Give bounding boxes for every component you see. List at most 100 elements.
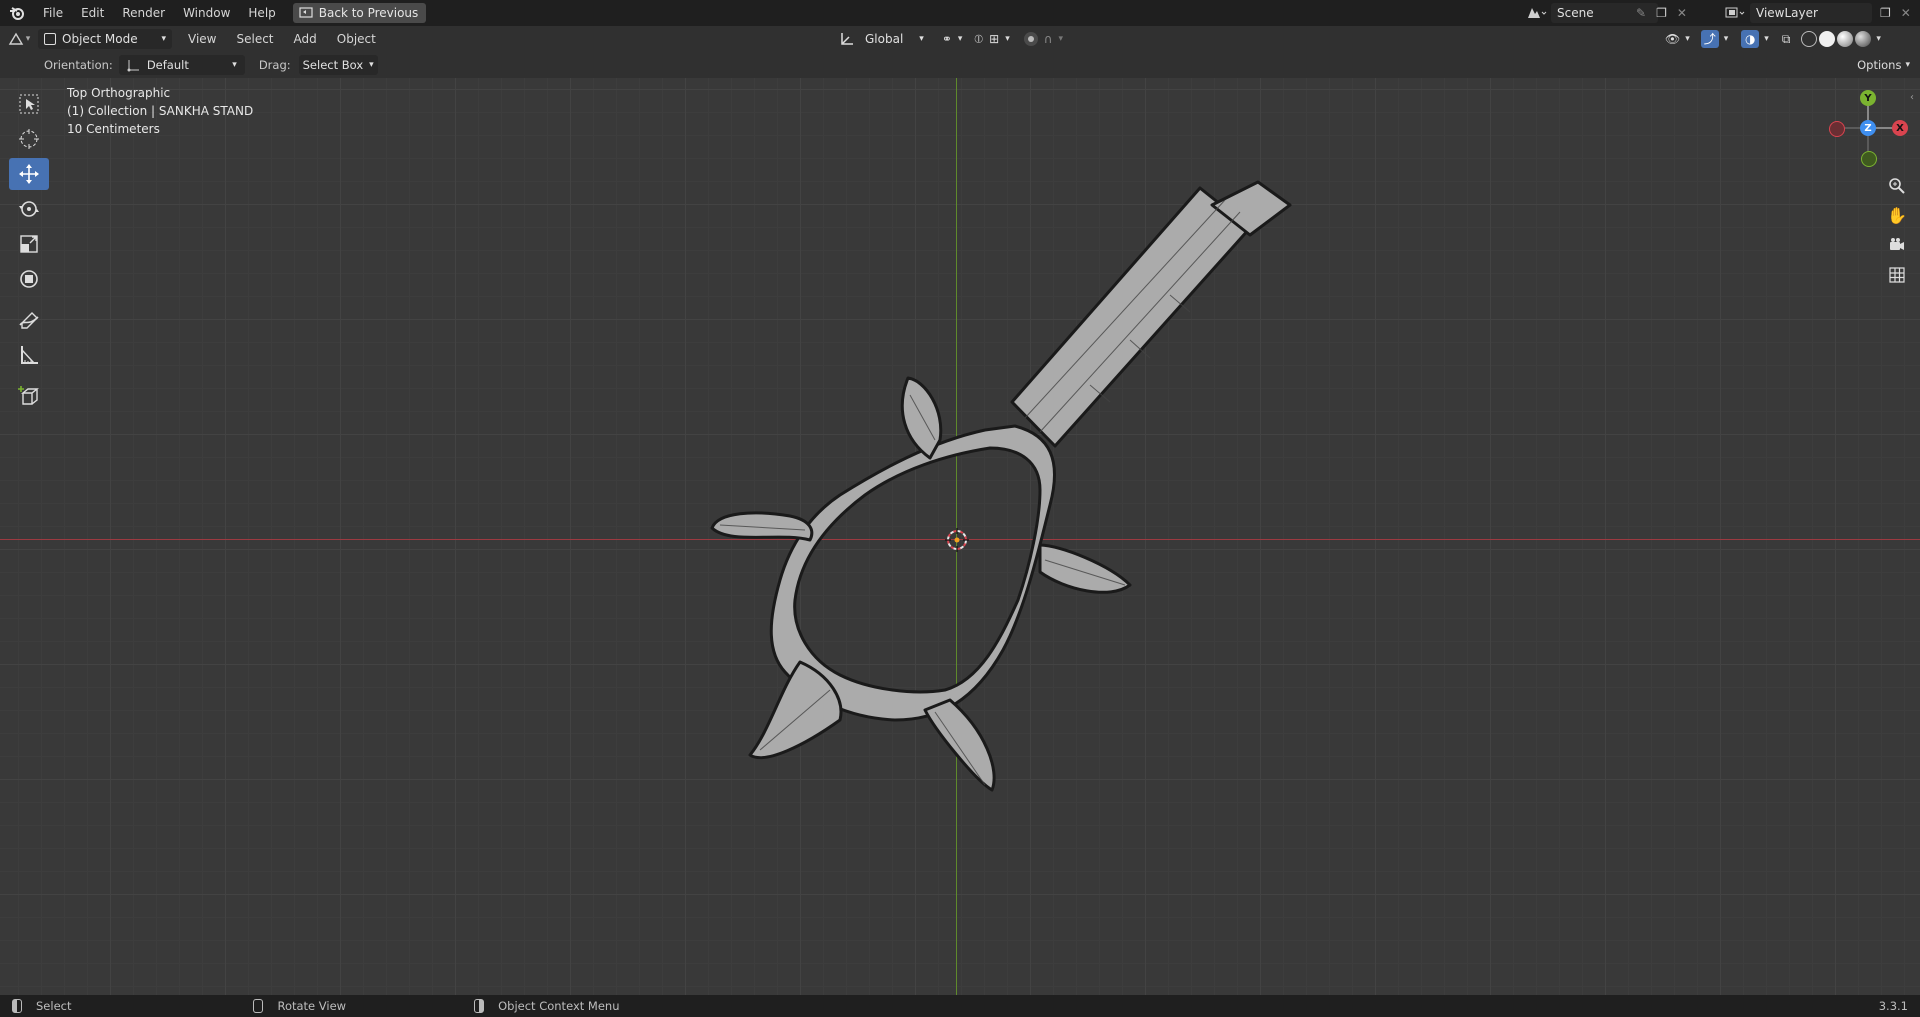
drag-value: Select Box: [302, 58, 364, 72]
scene-icon: [1528, 8, 1547, 18]
falloff-curve-icon[interactable]: ∩: [1044, 32, 1053, 46]
camera-view-icon[interactable]: [1884, 232, 1910, 258]
chevron-down-icon: ▾: [161, 34, 166, 44]
status-rotate-view: Rotate View: [277, 999, 347, 1013]
drag-dropdown[interactable]: Select Box ▾: [298, 55, 378, 75]
shading-modes: [1801, 31, 1872, 47]
snap-toggle-icon[interactable]: ⦶: [974, 32, 983, 47]
delete-view-layer-icon[interactable]: ✕: [1901, 6, 1911, 20]
leaf-top: [900, 376, 943, 460]
options-label: Options: [1857, 58, 1902, 72]
wireframe-shading-icon[interactable]: [1801, 31, 1818, 47]
orientation-global-icon: [841, 33, 853, 45]
chevron-down-icon: ▾: [1764, 34, 1769, 44]
chevron-down-icon: ▾: [1005, 34, 1010, 44]
select-box-tool[interactable]: [9, 88, 49, 120]
chevron-down-icon: ▾: [919, 34, 924, 44]
back-to-previous-button[interactable]: Back to Previous: [292, 3, 427, 23]
transform-orientation-dropdown[interactable]: Global ▾: [835, 29, 928, 49]
move-tool[interactable]: [9, 158, 49, 190]
status-select: Select: [36, 999, 72, 1013]
view-layer-selector[interactable]: ViewLayer ❐ ✕: [1724, 3, 1911, 23]
top-bar: File Edit Render Window Help Back to Pre…: [0, 0, 1920, 26]
gizmo-y-axis[interactable]: Y: [1860, 90, 1876, 106]
back-icon: [299, 7, 313, 18]
cursor-tool[interactable]: [9, 123, 49, 155]
3d-viewport[interactable]: Top Orthographic (1) Collection | SANKHA…: [0, 78, 1920, 995]
back-to-previous-label: Back to Previous: [318, 6, 419, 20]
drag-label: Drag:: [258, 58, 291, 72]
scene-selector[interactable]: Scene ✎ ❐ ✕: [1525, 3, 1687, 23]
select-box-icon: [19, 94, 39, 114]
mode-dropdown[interactable]: Object Mode ▾: [38, 29, 172, 49]
proportional-edit-icon[interactable]: [1023, 32, 1038, 46]
chevron-down-icon: ▾: [1058, 34, 1064, 44]
editor-type-icon[interactable]: ▾: [0, 32, 38, 46]
mouse-middle-icon: [253, 999, 264, 1013]
pan-hand-icon[interactable]: ✋: [1884, 202, 1910, 228]
tool-shelf: [9, 88, 49, 415]
new-scene-icon[interactable]: ❐: [1656, 6, 1667, 20]
delete-scene-icon[interactable]: ✕: [1677, 6, 1687, 20]
scale-icon: [20, 235, 38, 253]
material-shading-icon[interactable]: [1837, 31, 1854, 47]
mouse-left-icon: [12, 999, 22, 1013]
orientation-label: Global: [865, 32, 904, 46]
menu-help[interactable]: Help: [239, 0, 284, 26]
menu-edit[interactable]: Edit: [72, 0, 113, 26]
gizmo-neg-x-axis[interactable]: [1829, 121, 1845, 137]
menu-view[interactable]: View: [178, 32, 226, 46]
add-cube-tool[interactable]: [9, 380, 49, 412]
chevron-down-icon: ▾: [1723, 34, 1729, 44]
solid-shading-icon[interactable]: [1819, 31, 1836, 47]
sidebar-toggle-icon[interactable]: ‹: [1910, 92, 1914, 103]
viewport-header: ▾ Object Mode ▾ View Select Add Object G…: [0, 26, 1920, 52]
object-mode-icon: [44, 33, 56, 45]
menu-render[interactable]: Render: [113, 0, 174, 26]
gizmo-x-axis[interactable]: X: [1892, 120, 1908, 136]
leaf-right: [1038, 543, 1132, 594]
add-cube-icon: [18, 386, 39, 405]
menu-add[interactable]: Add: [284, 32, 327, 46]
annotate-tool[interactable]: [9, 304, 49, 336]
scale-tool[interactable]: [9, 228, 49, 260]
3d-cursor-icon: [945, 528, 969, 552]
annotate-pencil-icon: [19, 312, 39, 329]
menu-file[interactable]: File: [34, 0, 72, 26]
pin-icon[interactable]: ✎: [1636, 6, 1646, 20]
pivot-point-icon[interactable]: ⚭: [942, 32, 952, 46]
gizmo-z-axis[interactable]: Z: [1860, 120, 1876, 136]
orientation-default-icon: [127, 60, 139, 72]
transform-tool[interactable]: [9, 263, 49, 295]
blender-logo-icon[interactable]: [0, 5, 34, 21]
leaf-bottom-right: [923, 698, 996, 792]
menu-select[interactable]: Select: [226, 32, 283, 46]
menu-window[interactable]: Window: [174, 0, 239, 26]
perspective-toggle-icon[interactable]: [1884, 262, 1910, 288]
menu-object[interactable]: Object: [327, 32, 386, 46]
grid-scale-info: 10 Centimeters: [67, 122, 160, 136]
rotate-tool[interactable]: [9, 193, 49, 225]
xray-toggle-icon[interactable]: ⧉: [1782, 32, 1791, 47]
view-layer-icon: [1725, 7, 1745, 18]
navigation-gizmo[interactable]: Y Z X: [1828, 88, 1908, 168]
rotate-icon: [19, 201, 39, 217]
overlays-toggle-icon[interactable]: ◑: [1741, 30, 1760, 48]
new-view-layer-icon[interactable]: ❐: [1880, 6, 1891, 20]
move-icon: [19, 164, 39, 184]
measure-tool[interactable]: [9, 339, 49, 371]
visibility-eye-icon[interactable]: 👁: [1665, 32, 1680, 46]
gizmo-toggle-icon[interactable]: ⤴: [1700, 30, 1719, 48]
chevron-down-icon: ▾: [1685, 34, 1690, 44]
orientation-dropdown[interactable]: Default ▾: [118, 55, 245, 75]
snap-target-icon[interactable]: ⊞: [989, 32, 999, 46]
rendered-shading-icon[interactable]: [1855, 31, 1872, 47]
chevron-down-icon: ▾: [369, 60, 374, 70]
zoom-icon[interactable]: [1884, 173, 1910, 199]
view-layer-name-field[interactable]: ViewLayer: [1750, 3, 1872, 23]
cursor-icon: [19, 129, 39, 149]
options-dropdown[interactable]: Options ▾: [1857, 58, 1910, 72]
gizmo-neg-y-axis[interactable]: [1861, 151, 1877, 167]
status-bar: Select Rotate View Object Context Menu 3…: [0, 995, 1920, 1017]
mouse-right-icon: [474, 999, 485, 1013]
